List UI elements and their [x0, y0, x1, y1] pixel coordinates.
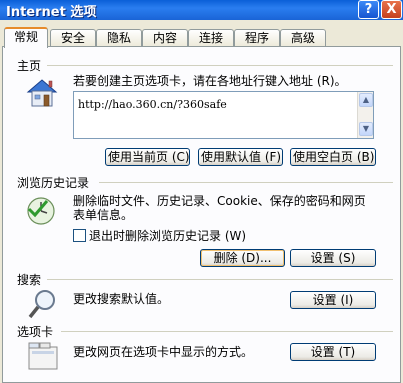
tab-content[interactable]: 内容 — [142, 29, 188, 47]
history-description: 删除临时文件、历史记录、Cookie、保存的密码和网页表单信息。 — [73, 194, 366, 222]
tab-programs[interactable]: 程序 — [234, 29, 280, 47]
history-section-title: 浏览历史记录 — [17, 176, 90, 190]
window-title: Internet 选项 — [6, 5, 97, 20]
search-magnifier-icon — [27, 287, 61, 324]
use-blank-button[interactable]: 使用空白页 (B) — [290, 148, 376, 166]
tab-connections[interactable]: 连接 — [188, 29, 234, 47]
help-icon[interactable]: ? — [358, 0, 379, 19]
title-bar: Internet 选项 ? X — [0, 0, 403, 20]
use-default-button[interactable]: 使用默认值 (F) — [198, 148, 283, 166]
tab-general[interactable]: 常规 — [4, 27, 48, 48]
homepage-section-title: 主页 — [17, 59, 42, 73]
scroll-down-icon[interactable]: ▼ — [359, 122, 373, 136]
section-divider — [61, 331, 393, 332]
history-clock-icon — [25, 195, 59, 230]
tab-advanced[interactable]: 高级 — [280, 29, 326, 47]
homepage-url-value: http://hao.360.cn/?360safe — [78, 98, 227, 111]
section-divider — [47, 279, 393, 280]
search-description: 更改搜索默认值。 — [73, 292, 170, 306]
section-divider — [47, 65, 393, 66]
home-icon — [25, 77, 59, 112]
tabs-section-title: 选项卡 — [17, 325, 54, 339]
tab-strip: 常规 安全 隐私 内容 连接 程序 高级 — [2, 27, 402, 48]
general-panel: 主页 若要创建主页选项卡，请在各地址行键入地址 (R)。 http://hao.… — [2, 46, 401, 383]
tabs-window-icon — [27, 341, 61, 374]
history-settings-button[interactable]: 设置 (S) — [290, 249, 376, 267]
delete-history-button[interactable]: 删除 (D)... — [200, 249, 285, 267]
tabs-settings-button[interactable]: 设置 (T) — [290, 343, 376, 361]
tabs-description: 更改网页在选项卡中显示的方式。 — [73, 345, 254, 359]
tab-security[interactable]: 安全 — [50, 29, 96, 47]
search-section-title: 搜索 — [17, 273, 42, 287]
delete-on-exit-label[interactable]: 退出时删除浏览历史记录 (W) — [89, 229, 246, 243]
homepage-url-field[interactable]: http://hao.360.cn/?360safe ▲ ▼ — [73, 91, 374, 139]
scroll-up-icon[interactable]: ▲ — [359, 93, 373, 107]
tab-privacy[interactable]: 隐私 — [96, 29, 142, 47]
use-current-button[interactable]: 使用当前页 (C) — [105, 148, 190, 166]
close-icon[interactable]: X — [381, 0, 402, 19]
section-divider — [99, 182, 393, 183]
search-settings-button[interactable]: 设置 (I) — [290, 291, 376, 309]
delete-on-exit-checkbox[interactable] — [73, 229, 86, 242]
homepage-description: 若要创建主页选项卡，请在各地址行键入地址 (R)。 — [73, 74, 347, 88]
url-scrollbar[interactable]: ▲ ▼ — [357, 92, 373, 138]
